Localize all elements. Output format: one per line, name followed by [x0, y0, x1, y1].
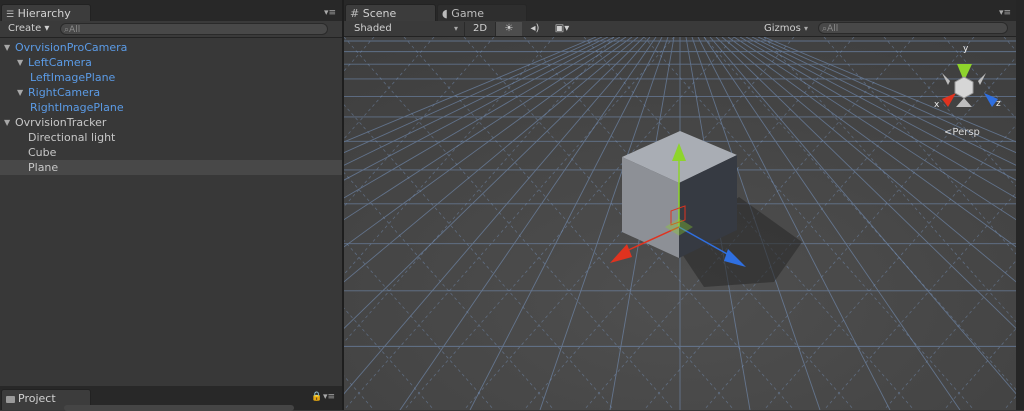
- scene-search-placeholder: All: [827, 24, 839, 34]
- projection-label-text: Persp: [952, 127, 980, 138]
- hierarchy-item-label: Cube: [28, 146, 57, 159]
- project-search-input[interactable]: [64, 405, 294, 411]
- lock-icon[interactable]: 🔒: [311, 392, 322, 402]
- orientation-z-label: z: [996, 99, 1001, 109]
- scene-search-input[interactable]: ⌕All: [818, 22, 1008, 34]
- tab-game-label: Game: [451, 7, 485, 20]
- hierarchy-tabstrip: ☰ Hierarchy ▾≡: [0, 0, 342, 22]
- scene-panel: # Scene ◖ Game ▾≡ Shaded ▾ 2D ☀ ◂) ▣▾ Gi…: [344, 0, 1016, 410]
- lighting-icon[interactable]: ☀: [496, 22, 522, 36]
- tab-hierarchy[interactable]: ☰ Hierarchy: [1, 4, 91, 22]
- folder-icon: [6, 396, 15, 403]
- hierarchy-item[interactable]: Directional light: [0, 130, 342, 145]
- scene-panel-menu-icon[interactable]: ▾≡: [999, 8, 1011, 18]
- scene-grid-icon: #: [350, 7, 360, 20]
- tab-game[interactable]: ◖ Game: [437, 4, 527, 22]
- hierarchy-toolbar: Create ▾ ⌕All: [0, 21, 342, 38]
- hierarchy-item[interactable]: ▼ OvrvisionProCamera: [0, 40, 342, 55]
- orientation-center-cube[interactable]: [954, 76, 974, 99]
- hierarchy-item[interactable]: Plane: [0, 160, 342, 175]
- hierarchy-item[interactable]: Cube: [0, 145, 342, 160]
- hierarchy-search-input[interactable]: ⌕All: [60, 23, 328, 35]
- gizmos-dropdown[interactable]: Gizmos ▾: [764, 22, 808, 36]
- hierarchy-item[interactable]: ▼ LeftCamera: [0, 55, 342, 70]
- hierarchy-panel: ☰ Hierarchy ▾≡ Create ▾ ⌕All ▼ OvrvisionP…: [0, 0, 342, 386]
- tab-scene[interactable]: # Scene: [345, 4, 436, 22]
- create-button[interactable]: Create ▾: [8, 22, 49, 36]
- expand-arrow-icon[interactable]: ▼: [17, 85, 23, 100]
- hierarchy-item-label: OvrvisionProCamera: [15, 41, 128, 54]
- window-right-edge: [1016, 0, 1024, 410]
- hierarchy-item[interactable]: ▼ OvrvisionTracker: [0, 115, 342, 130]
- hierarchy-item-label: RightImagePlane: [30, 101, 124, 114]
- tab-project-label: Project: [18, 392, 56, 405]
- expand-arrow-icon[interactable]: ▼: [17, 55, 23, 70]
- scene-view-svg: y x z <Persp: [344, 37, 1016, 410]
- gizmos-label: Gizmos: [764, 23, 801, 34]
- hierarchy-item[interactable]: LeftImagePlane: [0, 70, 342, 85]
- gizmos-arrow-icon: ▾: [804, 24, 809, 33]
- expand-arrow-icon[interactable]: ▼: [4, 40, 10, 55]
- search-placeholder: All: [69, 25, 81, 35]
- hierarchy-item-label: OvrvisionTracker: [15, 116, 107, 129]
- hierarchy-item-label: Plane: [28, 161, 59, 174]
- expand-arrow-icon[interactable]: ▼: [4, 115, 10, 130]
- shading-mode-dropdown[interactable]: Shaded: [354, 22, 392, 36]
- scene-tabstrip: # Scene ◖ Game ▾≡: [344, 0, 1016, 22]
- game-controller-icon: ◖: [442, 7, 448, 20]
- scene-toolbar: Shaded ▾ 2D ☀ ◂) ▣▾ Gizmos ▾ ⌕All: [344, 21, 1016, 37]
- scene-viewport[interactable]: y x z <Persp: [344, 37, 1016, 410]
- audio-icon[interactable]: ◂): [524, 22, 546, 36]
- orientation-x-label: x: [934, 100, 940, 110]
- panel-menu-icon[interactable]: ▾≡: [324, 8, 336, 18]
- hierarchy-item[interactable]: ▼ RightCamera: [0, 85, 342, 100]
- project-panel-menu-icon[interactable]: ▾≡: [323, 392, 335, 402]
- hierarchy-item-label: LeftCamera: [28, 56, 92, 69]
- hierarchy-item-label: LeftImagePlane: [30, 71, 116, 84]
- orientation-y-label: y: [963, 44, 969, 54]
- projection-mode-label[interactable]: <Persp: [944, 127, 980, 138]
- hierarchy-item-label: RightCamera: [28, 86, 101, 99]
- hierarchy-list-icon: ☰: [6, 10, 15, 20]
- toggle-2d-button[interactable]: 2D: [464, 22, 496, 36]
- hierarchy-item[interactable]: RightImagePlane: [0, 100, 342, 115]
- shading-dropdown-arrow-icon: ▾: [454, 24, 459, 33]
- project-panel: Project 🔒 ▾≡: [0, 386, 342, 411]
- effects-icon[interactable]: ▣▾: [550, 22, 574, 36]
- tab-hierarchy-label: Hierarchy: [17, 7, 71, 20]
- hierarchy-item-label: Directional light: [28, 131, 116, 144]
- tab-scene-label: Scene: [362, 7, 397, 20]
